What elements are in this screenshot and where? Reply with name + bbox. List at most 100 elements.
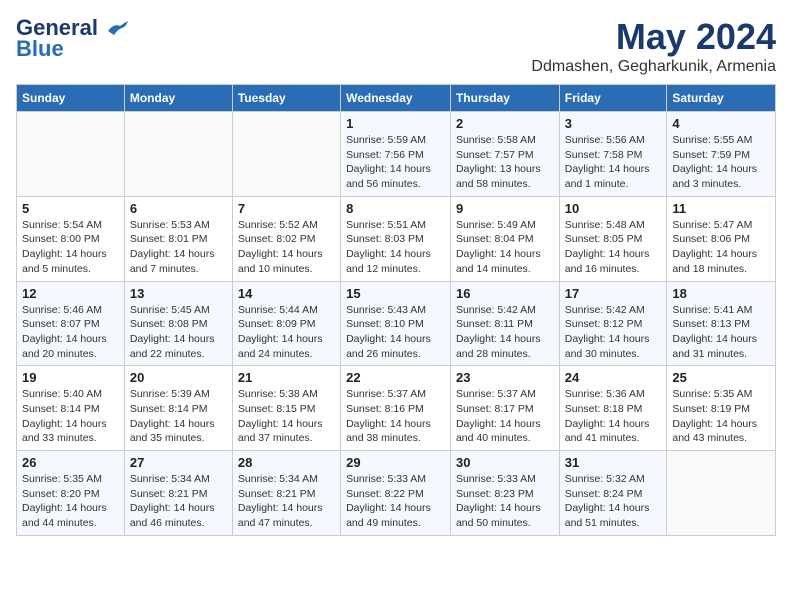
day-number: 12	[22, 286, 119, 301]
cell-info: Sunrise: 5:34 AM Sunset: 8:21 PM Dayligh…	[238, 472, 335, 531]
logo-blue: Blue	[16, 36, 64, 62]
sunrise-text: Sunrise: 5:42 AM	[565, 304, 645, 316]
table-row	[232, 112, 340, 197]
sunset-text: Sunset: 8:07 PM	[22, 318, 100, 330]
day-number: 4	[672, 116, 770, 131]
daylight-text: Daylight: 14 hours and 49 minutes.	[346, 502, 431, 529]
daylight-text: Daylight: 14 hours and 28 minutes.	[456, 333, 541, 360]
sunset-text: Sunset: 8:11 PM	[456, 318, 533, 330]
table-row: 5 Sunrise: 5:54 AM Sunset: 8:00 PM Dayli…	[17, 196, 125, 281]
cell-info: Sunrise: 5:53 AM Sunset: 8:01 PM Dayligh…	[130, 218, 227, 277]
sunset-text: Sunset: 8:20 PM	[22, 488, 100, 500]
sunrise-text: Sunrise: 5:45 AM	[130, 304, 210, 316]
day-number: 23	[456, 370, 554, 385]
sunset-text: Sunset: 8:01 PM	[130, 233, 208, 245]
table-row: 16 Sunrise: 5:42 AM Sunset: 8:11 PM Dayl…	[450, 281, 559, 366]
daylight-text: Daylight: 14 hours and 43 minutes.	[672, 418, 757, 445]
daylight-text: Daylight: 14 hours and 51 minutes.	[565, 502, 650, 529]
daylight-text: Daylight: 14 hours and 35 minutes.	[130, 418, 215, 445]
cell-info: Sunrise: 5:38 AM Sunset: 8:15 PM Dayligh…	[238, 387, 335, 446]
table-row: 30 Sunrise: 5:33 AM Sunset: 8:23 PM Dayl…	[450, 451, 559, 536]
table-row: 12 Sunrise: 5:46 AM Sunset: 8:07 PM Dayl…	[17, 281, 125, 366]
day-number: 3	[565, 116, 662, 131]
daylight-text: Daylight: 14 hours and 20 minutes.	[22, 333, 107, 360]
sunrise-text: Sunrise: 5:51 AM	[346, 219, 426, 231]
sunrise-text: Sunrise: 5:35 AM	[672, 388, 752, 400]
table-row: 2 Sunrise: 5:58 AM Sunset: 7:57 PM Dayli…	[450, 112, 559, 197]
sunrise-text: Sunrise: 5:34 AM	[130, 473, 210, 485]
table-row: 1 Sunrise: 5:59 AM Sunset: 7:56 PM Dayli…	[341, 112, 451, 197]
table-row: 7 Sunrise: 5:52 AM Sunset: 8:02 PM Dayli…	[232, 196, 340, 281]
sunset-text: Sunset: 8:03 PM	[346, 233, 424, 245]
sunrise-text: Sunrise: 5:42 AM	[456, 304, 536, 316]
day-number: 27	[130, 455, 227, 470]
table-row: 28 Sunrise: 5:34 AM Sunset: 8:21 PM Dayl…	[232, 451, 340, 536]
table-row: 22 Sunrise: 5:37 AM Sunset: 8:16 PM Dayl…	[341, 366, 451, 451]
sunset-text: Sunset: 7:59 PM	[672, 149, 750, 161]
sunset-text: Sunset: 8:14 PM	[22, 403, 100, 415]
daylight-text: Daylight: 14 hours and 26 minutes.	[346, 333, 431, 360]
table-row: 25 Sunrise: 5:35 AM Sunset: 8:19 PM Dayl…	[667, 366, 776, 451]
day-number: 16	[456, 286, 554, 301]
day-number: 22	[346, 370, 445, 385]
sunrise-text: Sunrise: 5:41 AM	[672, 304, 752, 316]
sunrise-text: Sunrise: 5:32 AM	[565, 473, 645, 485]
day-number: 15	[346, 286, 445, 301]
day-number: 13	[130, 286, 227, 301]
table-row	[17, 112, 125, 197]
cell-info: Sunrise: 5:35 AM Sunset: 8:20 PM Dayligh…	[22, 472, 119, 531]
table-row: 20 Sunrise: 5:39 AM Sunset: 8:14 PM Dayl…	[124, 366, 232, 451]
day-number: 17	[565, 286, 662, 301]
sunset-text: Sunset: 8:12 PM	[565, 318, 643, 330]
cell-info: Sunrise: 5:40 AM Sunset: 8:14 PM Dayligh…	[22, 387, 119, 446]
cell-info: Sunrise: 5:45 AM Sunset: 8:08 PM Dayligh…	[130, 303, 227, 362]
day-number: 26	[22, 455, 119, 470]
calendar-week-row: 12 Sunrise: 5:46 AM Sunset: 8:07 PM Dayl…	[17, 281, 776, 366]
day-number: 9	[456, 201, 554, 216]
calendar-week-row: 26 Sunrise: 5:35 AM Sunset: 8:20 PM Dayl…	[17, 451, 776, 536]
daylight-text: Daylight: 14 hours and 7 minutes.	[130, 248, 215, 275]
table-row: 18 Sunrise: 5:41 AM Sunset: 8:13 PM Dayl…	[667, 281, 776, 366]
table-row	[667, 451, 776, 536]
sunset-text: Sunset: 7:56 PM	[346, 149, 424, 161]
cell-info: Sunrise: 5:36 AM Sunset: 8:18 PM Dayligh…	[565, 387, 662, 446]
table-row: 27 Sunrise: 5:34 AM Sunset: 8:21 PM Dayl…	[124, 451, 232, 536]
sunset-text: Sunset: 8:15 PM	[238, 403, 316, 415]
daylight-text: Daylight: 14 hours and 5 minutes.	[22, 248, 107, 275]
page-header: General Blue May 2024 Ddmashen, Gegharku…	[16, 16, 776, 76]
sunrise-text: Sunrise: 5:48 AM	[565, 219, 645, 231]
sunset-text: Sunset: 8:22 PM	[346, 488, 424, 500]
daylight-text: Daylight: 14 hours and 18 minutes.	[672, 248, 757, 275]
sunrise-text: Sunrise: 5:54 AM	[22, 219, 102, 231]
table-row: 23 Sunrise: 5:37 AM Sunset: 8:17 PM Dayl…	[450, 366, 559, 451]
daylight-text: Daylight: 14 hours and 41 minutes.	[565, 418, 650, 445]
sunset-text: Sunset: 8:16 PM	[346, 403, 424, 415]
calendar-week-row: 1 Sunrise: 5:59 AM Sunset: 7:56 PM Dayli…	[17, 112, 776, 197]
daylight-text: Daylight: 13 hours and 58 minutes.	[456, 163, 541, 190]
sunset-text: Sunset: 8:06 PM	[672, 233, 750, 245]
sunrise-text: Sunrise: 5:58 AM	[456, 134, 536, 146]
sunset-text: Sunset: 8:10 PM	[346, 318, 424, 330]
calendar-title: May 2024	[531, 16, 776, 58]
logo-bird-icon	[106, 21, 128, 37]
cell-info: Sunrise: 5:37 AM Sunset: 8:16 PM Dayligh…	[346, 387, 445, 446]
cell-info: Sunrise: 5:58 AM Sunset: 7:57 PM Dayligh…	[456, 133, 554, 192]
sunrise-text: Sunrise: 5:43 AM	[346, 304, 426, 316]
cell-info: Sunrise: 5:55 AM Sunset: 7:59 PM Dayligh…	[672, 133, 770, 192]
daylight-text: Daylight: 14 hours and 10 minutes.	[238, 248, 323, 275]
cell-info: Sunrise: 5:59 AM Sunset: 7:56 PM Dayligh…	[346, 133, 445, 192]
daylight-text: Daylight: 14 hours and 50 minutes.	[456, 502, 541, 529]
day-number: 20	[130, 370, 227, 385]
cell-info: Sunrise: 5:42 AM Sunset: 8:11 PM Dayligh…	[456, 303, 554, 362]
daylight-text: Daylight: 14 hours and 22 minutes.	[130, 333, 215, 360]
day-number: 30	[456, 455, 554, 470]
calendar-header-row: Sunday Monday Tuesday Wednesday Thursday…	[17, 85, 776, 112]
daylight-text: Daylight: 14 hours and 38 minutes.	[346, 418, 431, 445]
cell-info: Sunrise: 5:51 AM Sunset: 8:03 PM Dayligh…	[346, 218, 445, 277]
table-row: 4 Sunrise: 5:55 AM Sunset: 7:59 PM Dayli…	[667, 112, 776, 197]
day-number: 14	[238, 286, 335, 301]
cell-info: Sunrise: 5:47 AM Sunset: 8:06 PM Dayligh…	[672, 218, 770, 277]
sunset-text: Sunset: 8:04 PM	[456, 233, 534, 245]
sunset-text: Sunset: 8:00 PM	[22, 233, 100, 245]
day-number: 29	[346, 455, 445, 470]
